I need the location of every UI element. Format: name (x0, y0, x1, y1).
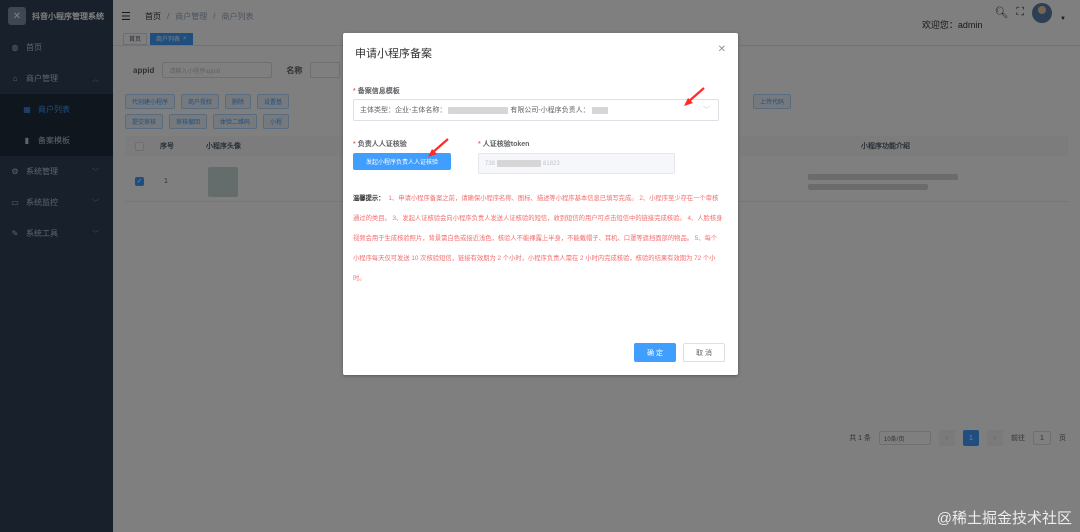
record-dialog: 申请小程序备案 ✕ * 备案信息模板 主体类型：企业-主体名称： 有限公司-小程序… (343, 33, 738, 375)
confirm-button[interactable]: 确 定 (634, 343, 676, 362)
template-label: * 备案信息模板 (353, 88, 400, 95)
token-label: * 人证核验token (478, 141, 530, 148)
annotation-arrow (684, 87, 705, 106)
dialog-title: 申请小程序备案 (355, 48, 432, 60)
notice-label: 温馨提示： (353, 195, 385, 202)
template-select[interactable]: 主体类型：企业-主体名称： 有限公司-小程序负责人： ﹀ (353, 99, 719, 121)
token-suffix: 81823 (543, 160, 560, 167)
close-icon[interactable]: ✕ (718, 44, 726, 55)
template-value-prefix: 主体类型：企业-主体名称： (360, 107, 447, 114)
redacted-block (591, 106, 608, 114)
redacted-block (497, 160, 542, 167)
notice-text: 温馨提示： 1、申请小程序备案之前，请确保小程序名称、图标、描述等小程序基本信息已… (353, 189, 723, 289)
cancel-button[interactable]: 取 消 (683, 343, 725, 362)
template-value-mid: 有限公司-小程序负责人： (510, 107, 590, 114)
person-verify-label: * 负责人人证核验 (353, 141, 407, 148)
token-input: 738 81823 (478, 153, 675, 174)
watermark: @稀土掘金技术社区 (936, 510, 1072, 527)
token-prefix: 738 (485, 160, 496, 167)
redacted-block (448, 106, 509, 114)
notice-body: 1、申请小程序备案之前，请确保小程序名称、图标、描述等小程序基本信息已填写完成。… (353, 195, 723, 282)
annotation-arrow (428, 138, 449, 157)
